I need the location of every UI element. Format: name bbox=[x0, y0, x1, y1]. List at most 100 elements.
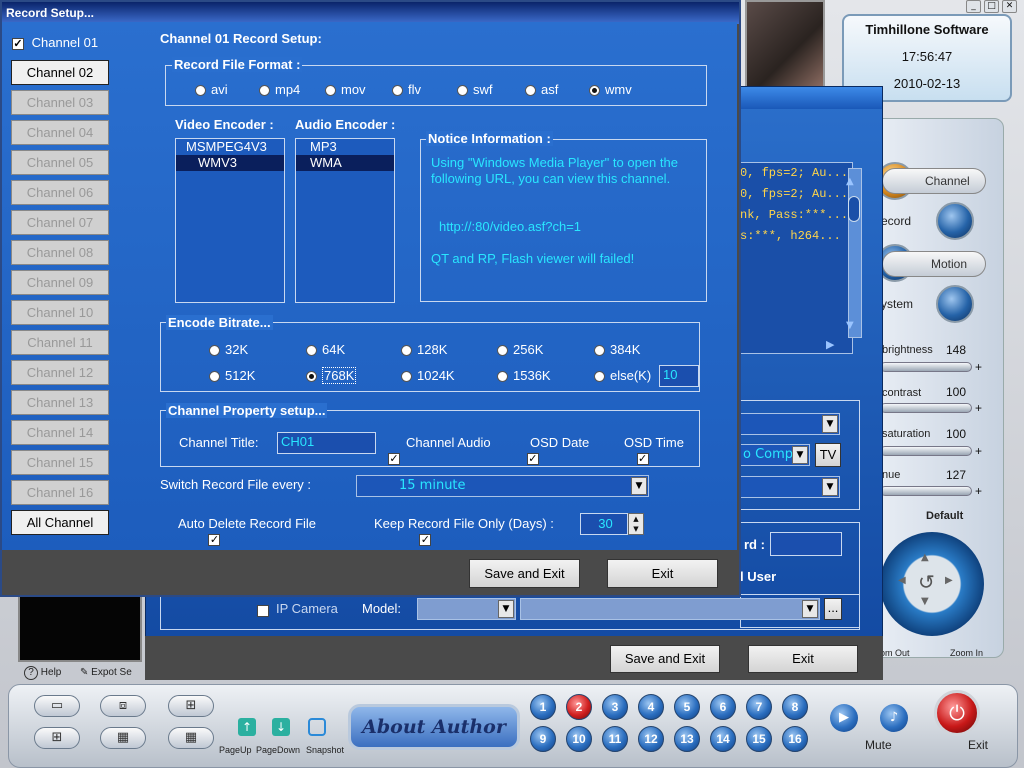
channel-button-6[interactable]: Channel 06 bbox=[11, 180, 109, 205]
bitrate-option[interactable]: 32K bbox=[209, 342, 248, 357]
format-radio[interactable] bbox=[259, 85, 270, 97]
layout-6-button[interactable]: ⊞ bbox=[34, 727, 80, 749]
minimize-button[interactable]: _ bbox=[966, 0, 981, 13]
auto-delete-checkbox[interactable]: ✓ bbox=[208, 533, 221, 546]
url-dropdown[interactable]: ▼ bbox=[520, 598, 820, 620]
chevron-down-icon[interactable]: ▼ bbox=[498, 600, 514, 618]
chevron-down-icon[interactable]: ▼ bbox=[802, 600, 818, 618]
exit-button[interactable]: Exit bbox=[607, 559, 718, 588]
channel-number-button[interactable]: 4 bbox=[638, 694, 664, 720]
exit-button-bg[interactable]: Exit bbox=[748, 645, 858, 673]
else-bitrate-field[interactable]: 10 bbox=[659, 365, 699, 387]
channel-button-4[interactable]: Channel 04 bbox=[11, 120, 109, 145]
snapshot-icon[interactable] bbox=[308, 718, 326, 736]
format-radio[interactable] bbox=[525, 85, 536, 97]
format-option-flv[interactable]: flv bbox=[392, 82, 421, 97]
channel-button-2[interactable]: Channel 02 bbox=[11, 60, 109, 85]
osd-time-checkbox[interactable]: ✓ bbox=[636, 452, 649, 465]
bitrate-option[interactable]: 384K bbox=[594, 342, 640, 357]
left-arrow-icon[interactable]: ◀ bbox=[898, 575, 906, 586]
video-preview-top[interactable] bbox=[745, 0, 825, 88]
scroll-thumb[interactable] bbox=[848, 196, 860, 222]
bitrate-radio[interactable] bbox=[401, 371, 412, 383]
hue-plus[interactable]: + bbox=[975, 484, 982, 498]
bitrate-option[interactable]: 768K bbox=[306, 367, 357, 384]
channel-number-button[interactable]: 12 bbox=[638, 726, 664, 752]
ip-camera-checkbox[interactable] bbox=[257, 604, 269, 617]
hue-slider[interactable] bbox=[880, 486, 972, 496]
video-preview[interactable] bbox=[18, 590, 142, 662]
contrast-plus[interactable]: + bbox=[975, 401, 982, 415]
keep-days-checkbox[interactable]: ✓ bbox=[419, 533, 432, 546]
channel-button-16[interactable]: Channel 16 bbox=[11, 480, 109, 505]
format-radio[interactable] bbox=[589, 85, 600, 97]
format-radio[interactable] bbox=[392, 85, 403, 97]
bitrate-radio[interactable] bbox=[209, 371, 220, 383]
play-icon[interactable]: ▶ bbox=[830, 704, 858, 732]
format-option-mov[interactable]: mov bbox=[325, 82, 366, 97]
help-button[interactable]: ? Help bbox=[24, 666, 61, 680]
channel-number-button[interactable]: 2 bbox=[566, 694, 592, 720]
audio-encoder-item-selected[interactable]: WMA bbox=[296, 155, 394, 171]
bitrate-radio[interactable] bbox=[401, 345, 412, 357]
bitrate-radio[interactable] bbox=[594, 371, 605, 383]
page-up-icon[interactable]: ↑ bbox=[238, 718, 256, 736]
bitrate-option[interactable]: 1024K bbox=[401, 368, 455, 383]
channel-number-button[interactable]: 16 bbox=[782, 726, 808, 752]
channel-number-button[interactable]: 14 bbox=[710, 726, 736, 752]
channel-button-11[interactable]: Channel 11 bbox=[11, 330, 109, 355]
bitrate-radio[interactable] bbox=[594, 345, 605, 357]
video-encoder-item[interactable]: MSMPEG4V3 bbox=[176, 139, 284, 155]
format-option-asf[interactable]: asf bbox=[525, 82, 558, 97]
zoom-in-button[interactable]: Zoom In bbox=[950, 648, 983, 658]
channel-number-button[interactable]: 1 bbox=[530, 694, 556, 720]
switch-record-dropdown[interactable]: 15 minute ▼ bbox=[356, 475, 649, 497]
channel-button-9[interactable]: Channel 09 bbox=[11, 270, 109, 295]
default-button[interactable]: Default bbox=[926, 510, 963, 522]
dropdown[interactable]: ▼ bbox=[740, 413, 840, 435]
up-arrow-icon[interactable]: ▲ bbox=[921, 552, 929, 563]
system-knob[interactable] bbox=[936, 285, 974, 323]
dropdown[interactable]: ▼ bbox=[740, 476, 840, 498]
layout-pip-button[interactable]: ⧈ bbox=[100, 695, 146, 717]
contrast-slider[interactable] bbox=[880, 403, 972, 413]
channel-button-7[interactable]: Channel 07 bbox=[11, 210, 109, 235]
bitrate-radio[interactable] bbox=[209, 345, 220, 357]
format-option-swf[interactable]: swf bbox=[457, 82, 493, 97]
maximize-button[interactable]: □ bbox=[984, 0, 999, 13]
chevron-down-icon[interactable]: ▼ bbox=[792, 446, 808, 464]
keep-days-field[interactable]: 30 bbox=[580, 513, 628, 535]
format-radio[interactable] bbox=[325, 85, 336, 97]
page-down-icon[interactable]: ↓ bbox=[272, 718, 290, 736]
brightness-plus[interactable]: + bbox=[975, 360, 982, 374]
channel-number-button[interactable]: 15 bbox=[746, 726, 772, 752]
brightness-slider[interactable] bbox=[880, 362, 972, 372]
audio-encoder-item[interactable]: MP3 bbox=[296, 139, 394, 155]
channel-number-button[interactable]: 10 bbox=[566, 726, 592, 752]
bitrate-option[interactable]: 64K bbox=[306, 342, 345, 357]
speaker-icon[interactable]: ♪ bbox=[880, 704, 908, 732]
video-source-dropdown[interactable]: o Compo ▼ bbox=[740, 444, 810, 466]
osd-date-checkbox[interactable]: ✓ bbox=[526, 452, 539, 465]
bitrate-radio[interactable] bbox=[497, 345, 508, 357]
channel-number-button[interactable]: 7 bbox=[746, 694, 772, 720]
channel-audio-checkbox[interactable]: ✓ bbox=[388, 452, 400, 465]
format-radio[interactable] bbox=[195, 85, 206, 97]
save-and-exit-button-bg[interactable]: Save and Exit bbox=[610, 645, 720, 673]
channel-button-13[interactable]: Channel 13 bbox=[11, 390, 109, 415]
power-icon[interactable]: ⏻ bbox=[934, 690, 980, 736]
bitrate-option[interactable]: 128K bbox=[401, 342, 447, 357]
video-encoder-list[interactable]: MSMPEG4V3 WMV3 bbox=[175, 138, 285, 303]
browse-button[interactable]: ... bbox=[824, 598, 842, 620]
saturation-slider[interactable] bbox=[880, 446, 972, 456]
keep-days-spinner[interactable]: ▲ ▼ bbox=[628, 513, 644, 535]
channel-button-3[interactable]: Channel 03 bbox=[11, 90, 109, 115]
format-option-wmv[interactable]: wmv bbox=[589, 82, 632, 97]
video-encoder-item-selected[interactable]: WMV3 bbox=[176, 155, 284, 171]
bitrate-radio[interactable] bbox=[497, 371, 508, 383]
scroll-up-icon[interactable]: ▲ bbox=[846, 176, 854, 187]
zoom-out-button[interactable]: om Out bbox=[880, 648, 910, 658]
layout-9-button[interactable]: ▦ bbox=[100, 727, 146, 749]
channel-number-button[interactable]: 5 bbox=[674, 694, 700, 720]
channel-button-15[interactable]: Channel 15 bbox=[11, 450, 109, 475]
